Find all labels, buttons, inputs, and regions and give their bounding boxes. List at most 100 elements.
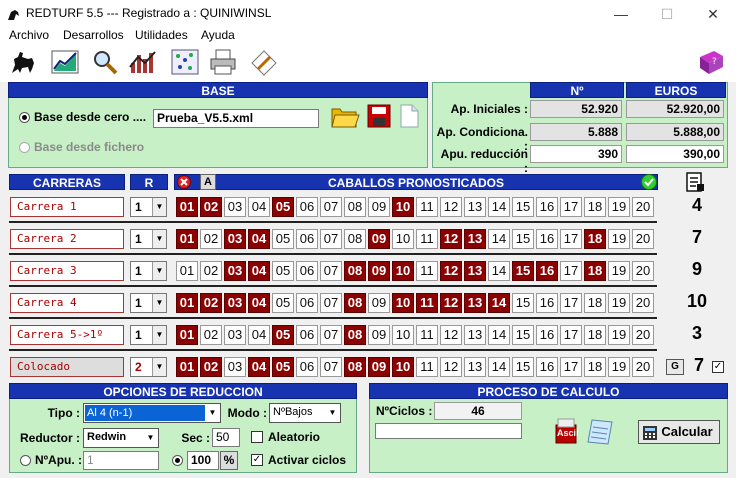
r-select[interactable]: 2 ▼ bbox=[130, 357, 167, 377]
horse-number-toggle[interactable]: 17 bbox=[560, 197, 582, 217]
horse-number-toggle[interactable]: 17 bbox=[560, 325, 582, 345]
menu-desarrollos[interactable]: Desarrollos bbox=[63, 28, 124, 42]
horse-number-toggle[interactable]: 11 bbox=[416, 325, 438, 345]
pct-button[interactable]: % bbox=[220, 451, 238, 470]
horse-number-toggle[interactable]: 01 bbox=[176, 357, 198, 377]
horse-number-toggle[interactable]: 20 bbox=[632, 325, 654, 345]
horse-number-toggle[interactable]: 03 bbox=[224, 325, 246, 345]
horse-number-toggle[interactable]: 10 bbox=[392, 261, 414, 281]
horse-number-toggle[interactable]: 01 bbox=[176, 229, 198, 249]
horse-number-toggle[interactable]: 13 bbox=[464, 357, 486, 377]
horse-number-toggle[interactable]: 10 bbox=[392, 229, 414, 249]
horse-number-toggle[interactable]: 15 bbox=[512, 293, 534, 313]
horse-number-toggle[interactable]: 09 bbox=[368, 197, 390, 217]
horse-number-toggle[interactable]: 09 bbox=[368, 293, 390, 313]
report-icon[interactable] bbox=[684, 171, 706, 193]
horse-number-toggle[interactable]: 16 bbox=[536, 357, 558, 377]
horse-number-toggle[interactable]: 12 bbox=[440, 261, 462, 281]
horse-number-toggle[interactable]: 18 bbox=[584, 229, 606, 249]
horse-number-toggle[interactable]: 02 bbox=[200, 229, 222, 249]
horse-number-toggle[interactable]: 12 bbox=[440, 229, 462, 249]
maximize-button[interactable]: ☐ bbox=[644, 0, 690, 28]
r-select[interactable]: 1 ▼ bbox=[130, 197, 167, 217]
horse-number-toggle[interactable]: 18 bbox=[584, 293, 606, 313]
horse-number-toggle[interactable]: 19 bbox=[608, 229, 630, 249]
horse-number-toggle[interactable]: 20 bbox=[632, 293, 654, 313]
g-button[interactable]: G bbox=[666, 359, 684, 375]
horse-number-toggle[interactable]: 03 bbox=[224, 229, 246, 249]
horse-number-toggle[interactable]: 19 bbox=[608, 261, 630, 281]
tipo-select[interactable]: Al 4 (n-1) ▼ bbox=[83, 403, 221, 423]
base-fichero-radio[interactable] bbox=[19, 142, 30, 153]
horse-number-toggle[interactable]: 08 bbox=[344, 293, 366, 313]
horse-number-toggle[interactable]: 13 bbox=[464, 197, 486, 217]
horse-number-toggle[interactable]: 03 bbox=[224, 293, 246, 313]
horse-icon[interactable] bbox=[8, 47, 38, 79]
search-icon[interactable] bbox=[90, 47, 120, 79]
open-folder-icon[interactable] bbox=[330, 103, 360, 129]
horse-number-toggle[interactable]: 07 bbox=[320, 357, 342, 377]
r-select[interactable]: 1 ▼ bbox=[130, 261, 167, 281]
horse-number-toggle[interactable]: 13 bbox=[464, 325, 486, 345]
calcular-button[interactable]: Calcular bbox=[638, 420, 720, 444]
horse-number-toggle[interactable]: 16 bbox=[536, 293, 558, 313]
horse-number-toggle[interactable]: 02 bbox=[200, 293, 222, 313]
horse-number-toggle[interactable]: 04 bbox=[248, 229, 270, 249]
horse-number-toggle[interactable]: 16 bbox=[536, 261, 558, 281]
horse-number-toggle[interactable]: 20 bbox=[632, 261, 654, 281]
horse-number-toggle[interactable]: 03 bbox=[224, 357, 246, 377]
horse-number-toggle[interactable]: 17 bbox=[560, 229, 582, 249]
horse-number-toggle[interactable]: 10 bbox=[392, 293, 414, 313]
horse-number-toggle[interactable]: 18 bbox=[584, 197, 606, 217]
race-name-input[interactable]: Carrera 5->1º bbox=[10, 325, 124, 345]
horse-number-toggle[interactable]: 14 bbox=[488, 197, 510, 217]
horse-number-toggle[interactable]: 07 bbox=[320, 197, 342, 217]
horse-number-toggle[interactable]: 06 bbox=[296, 229, 318, 249]
horse-number-toggle[interactable]: 09 bbox=[368, 229, 390, 249]
horse-number-toggle[interactable]: 05 bbox=[272, 293, 294, 313]
race-name-input[interactable]: Carrera 3 bbox=[10, 261, 124, 281]
horse-number-toggle[interactable]: 06 bbox=[296, 357, 318, 377]
horse-number-toggle[interactable]: 10 bbox=[392, 197, 414, 217]
horse-number-toggle[interactable]: 07 bbox=[320, 229, 342, 249]
printer-icon[interactable] bbox=[208, 47, 238, 79]
growth-chart-icon[interactable] bbox=[50, 47, 80, 79]
horse-number-toggle[interactable]: 08 bbox=[344, 325, 366, 345]
horse-number-toggle[interactable]: 12 bbox=[440, 293, 462, 313]
horse-number-toggle[interactable]: 06 bbox=[296, 325, 318, 345]
horse-number-toggle[interactable]: 15 bbox=[512, 229, 534, 249]
horse-number-toggle[interactable]: 18 bbox=[584, 325, 606, 345]
horse-number-toggle[interactable]: 11 bbox=[416, 229, 438, 249]
a-button[interactable]: A bbox=[200, 174, 216, 190]
activar-ciclos-checkbox[interactable]: ✓ bbox=[251, 454, 263, 466]
race-name-input[interactable]: Colocado bbox=[10, 357, 124, 377]
horse-number-toggle[interactable]: 01 bbox=[176, 197, 198, 217]
horse-number-toggle[interactable]: 11 bbox=[416, 197, 438, 217]
horse-number-toggle[interactable]: 19 bbox=[608, 325, 630, 345]
horse-number-toggle[interactable]: 15 bbox=[512, 197, 534, 217]
filename-field[interactable]: Prueba_V5.5.xml bbox=[153, 109, 319, 128]
horse-number-toggle[interactable]: 03 bbox=[224, 197, 246, 217]
horse-number-toggle[interactable]: 05 bbox=[272, 357, 294, 377]
horse-number-toggle[interactable]: 12 bbox=[440, 197, 462, 217]
horse-number-toggle[interactable]: 08 bbox=[344, 261, 366, 281]
horse-number-toggle[interactable]: 08 bbox=[344, 357, 366, 377]
horse-number-toggle[interactable]: 14 bbox=[488, 357, 510, 377]
napu-radio[interactable] bbox=[20, 455, 31, 466]
horse-number-toggle[interactable]: 02 bbox=[200, 197, 222, 217]
horse-number-toggle[interactable]: 02 bbox=[200, 357, 222, 377]
clear-x-icon[interactable] bbox=[177, 175, 191, 189]
horse-number-toggle[interactable]: 04 bbox=[248, 357, 270, 377]
horse-number-toggle[interactable]: 14 bbox=[488, 261, 510, 281]
close-button[interactable]: ✕ bbox=[690, 0, 736, 28]
horse-number-toggle[interactable]: 17 bbox=[560, 357, 582, 377]
horse-number-toggle[interactable]: 05 bbox=[272, 261, 294, 281]
notepad-icon[interactable] bbox=[586, 416, 616, 446]
horse-number-toggle[interactable]: 15 bbox=[512, 357, 534, 377]
horse-number-toggle[interactable]: 04 bbox=[248, 325, 270, 345]
horse-number-toggle[interactable]: 05 bbox=[272, 325, 294, 345]
menu-archivo[interactable]: Archivo bbox=[9, 28, 49, 42]
horse-number-toggle[interactable]: 04 bbox=[248, 261, 270, 281]
horse-number-toggle[interactable]: 04 bbox=[248, 293, 270, 313]
horse-number-toggle[interactable]: 04 bbox=[248, 197, 270, 217]
